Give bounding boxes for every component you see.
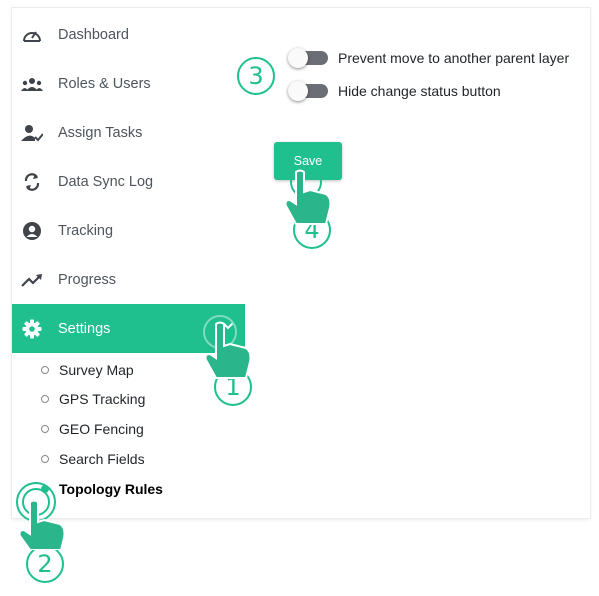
person-circle-icon: [21, 220, 43, 242]
bullet-icon: [41, 395, 49, 403]
sub-item-label: GEO Fencing: [59, 421, 144, 437]
pointing-hand-icon: [284, 169, 332, 225]
sidebar-item-dashboard[interactable]: Dashboard: [12, 10, 245, 59]
settings-sub-topology-rules[interactable]: Topology Rules: [41, 481, 163, 497]
settings-sub-geo-fencing[interactable]: GEO Fencing: [41, 421, 144, 437]
sidebar-item-data-sync-log[interactable]: Data Sync Log: [12, 157, 245, 206]
gear-icon: [21, 318, 43, 340]
sub-item-label: Survey Map: [59, 362, 134, 378]
bullet-icon: [41, 455, 49, 463]
toggle-label: Prevent move to another parent layer: [338, 50, 570, 66]
sub-item-label: Topology Rules: [59, 481, 163, 497]
toggle-knob: [288, 81, 308, 101]
step-badge-2: 2: [26, 545, 64, 583]
sidebar-item-label: Dashboard: [58, 26, 129, 43]
sidebar-item-roles-users[interactable]: Roles & Users: [12, 59, 245, 108]
gauge-icon: [21, 24, 43, 46]
toggle-knob: [288, 48, 308, 68]
bullet-icon: [41, 366, 49, 374]
sidebar-item-label: Assign Tasks: [58, 124, 143, 141]
toggle-label: Hide change status button: [338, 83, 501, 99]
trending-up-icon: [21, 269, 43, 291]
sidebar-item-progress[interactable]: Progress: [12, 255, 245, 304]
sidebar-item-label: Data Sync Log: [58, 173, 154, 190]
user-check-icon: [21, 122, 43, 144]
sub-item-label: GPS Tracking: [59, 391, 146, 407]
sidebar-item-label: Tracking: [58, 222, 114, 239]
sync-icon: [21, 171, 43, 193]
toggle-switch[interactable]: [288, 48, 328, 68]
toggle-switch[interactable]: [288, 81, 328, 101]
sidebar-item-tracking[interactable]: Tracking: [12, 206, 245, 255]
step-badge-3: 3: [237, 57, 275, 95]
users-icon: [21, 73, 43, 95]
settings-sub-gps-tracking[interactable]: GPS Tracking: [41, 391, 145, 407]
bullet-icon: [41, 425, 49, 433]
pointing-hand-icon: [18, 500, 66, 550]
settings-sub-survey-map[interactable]: Survey Map: [41, 362, 134, 378]
toggle-row-prevent-move[interactable]: Prevent move to another parent layer: [288, 48, 570, 68]
pointing-hand-icon: [204, 321, 252, 379]
toggle-row-hide-change-status[interactable]: Hide change status button: [288, 81, 501, 101]
sidebar-item-assign-tasks[interactable]: Assign Tasks: [12, 108, 245, 157]
sidebar-item-label: Settings: [58, 320, 111, 337]
sidebar-item-label: Roles & Users: [58, 75, 151, 92]
settings-sub-search-fields[interactable]: Search Fields: [41, 451, 145, 467]
sub-item-label: Search Fields: [59, 451, 145, 467]
sidebar-item-label: Progress: [58, 271, 117, 288]
